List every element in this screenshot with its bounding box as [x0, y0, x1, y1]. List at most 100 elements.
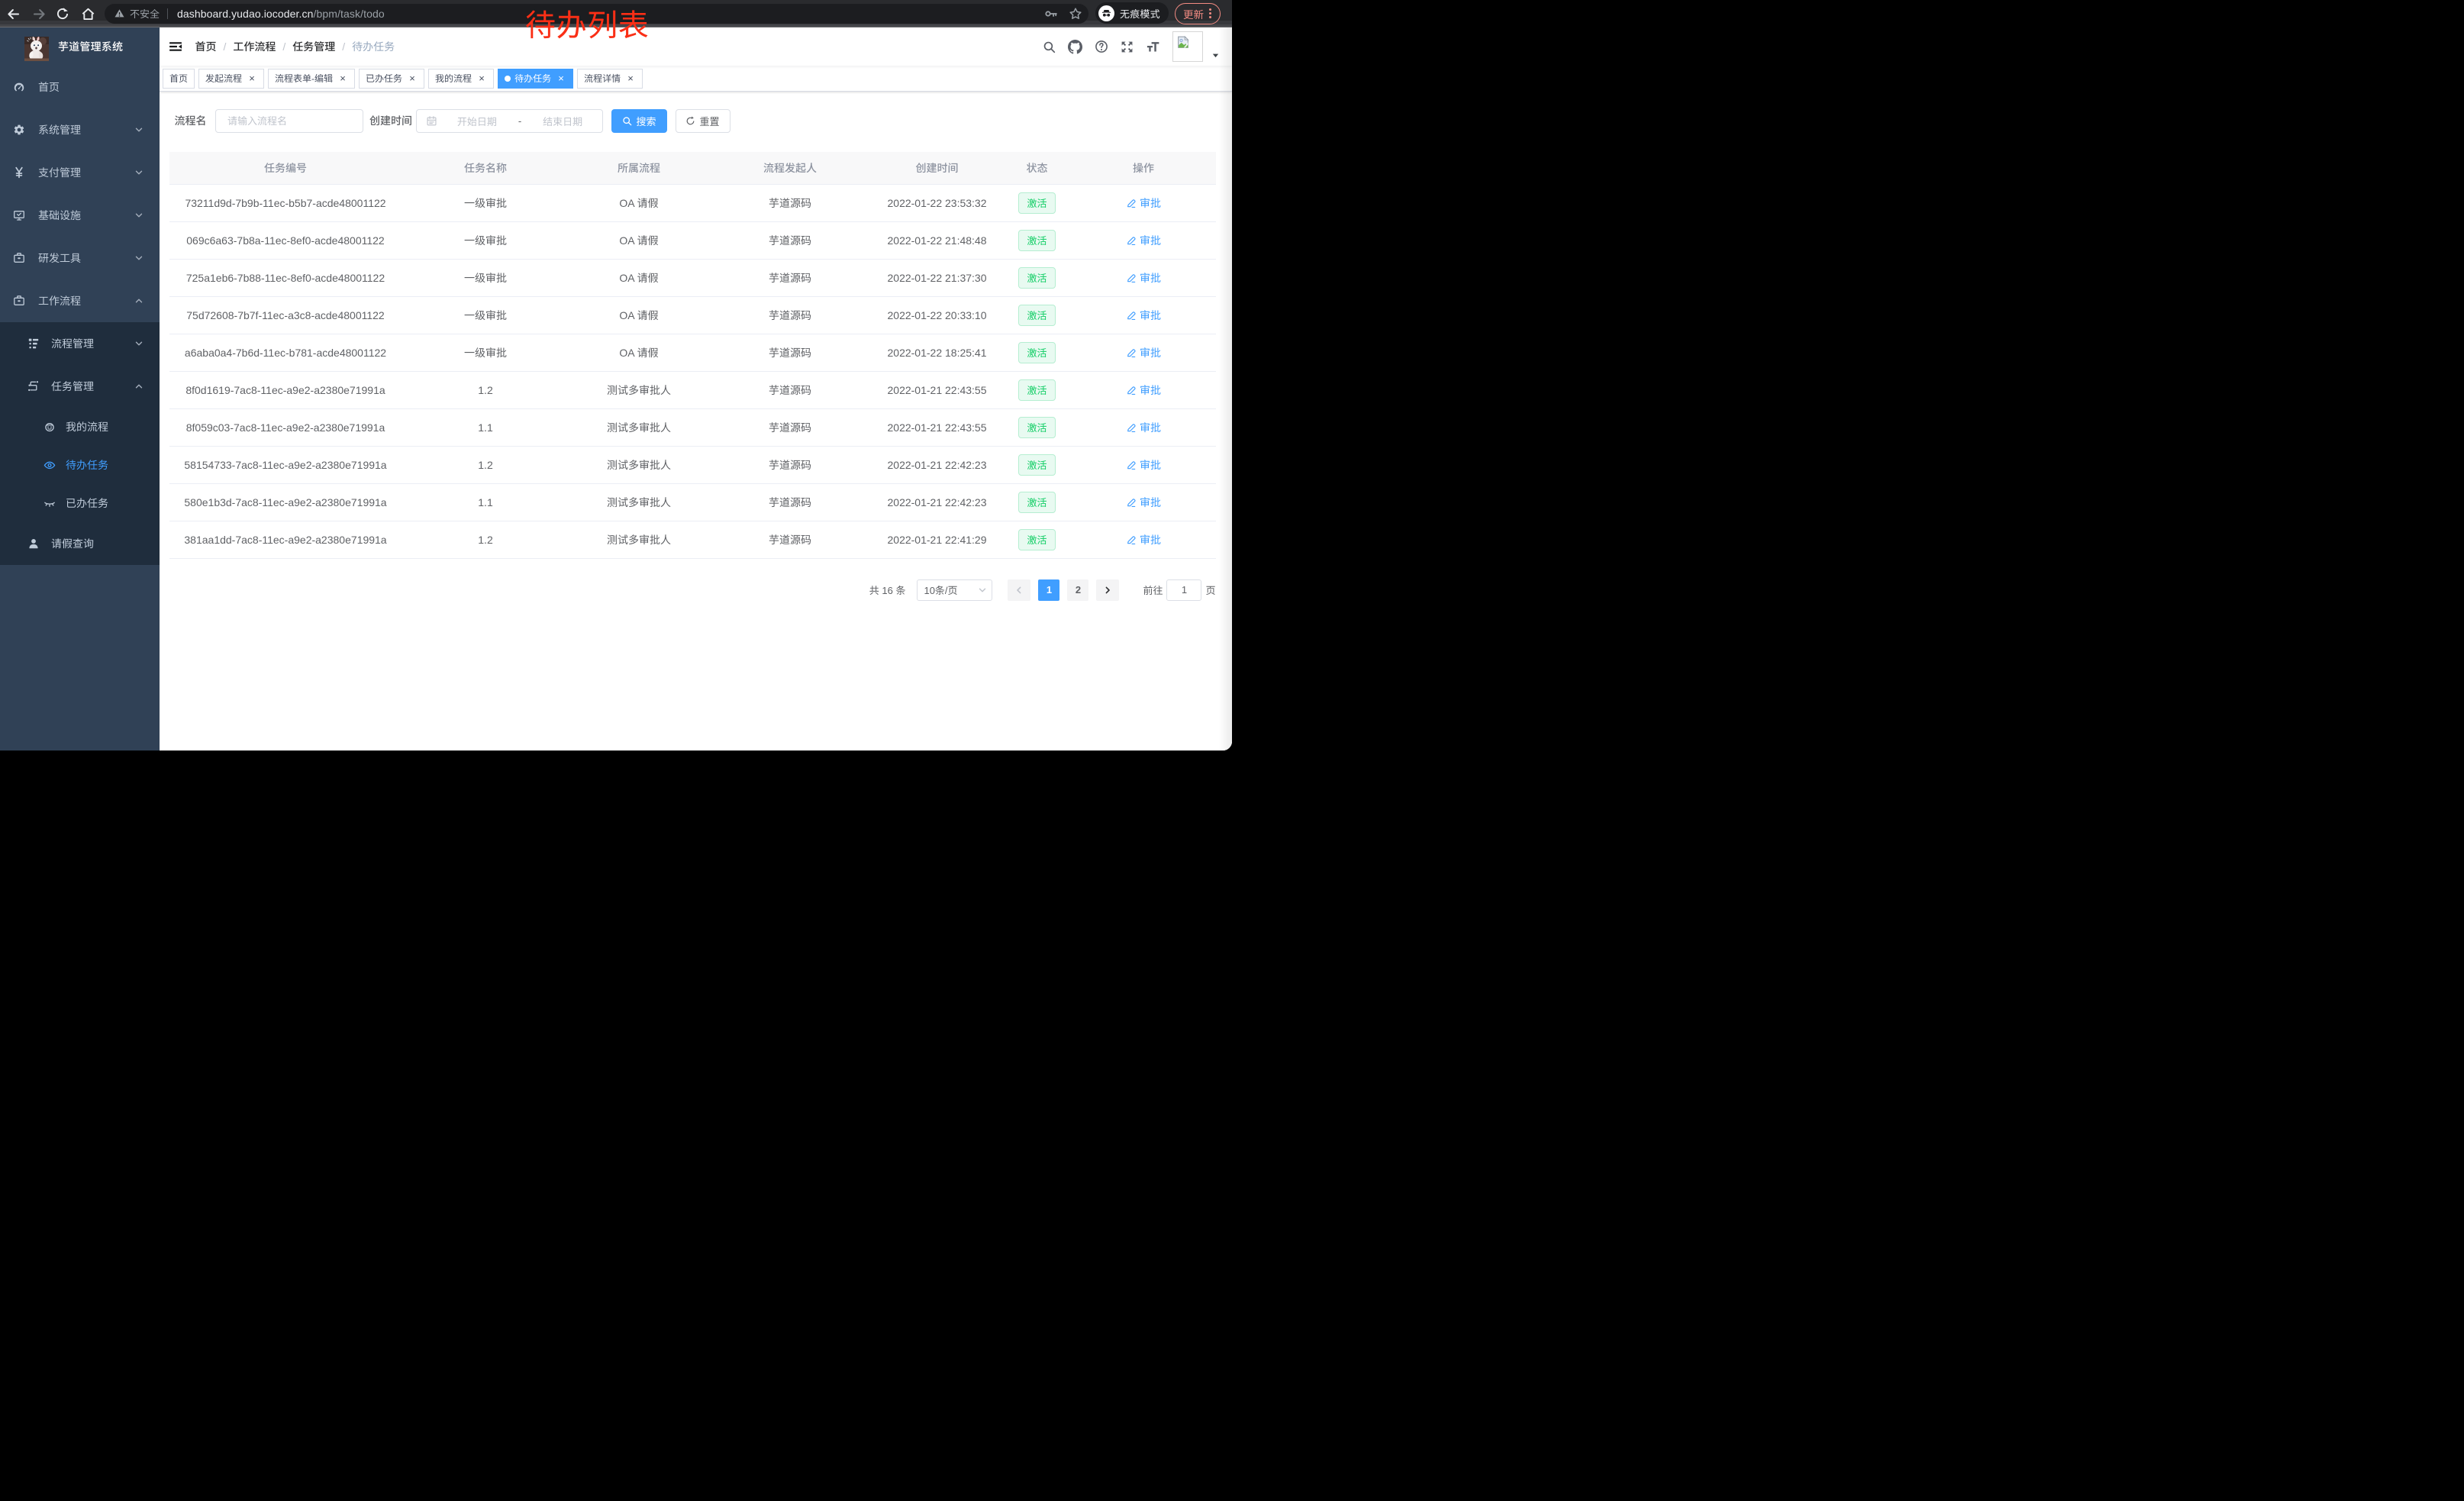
process-name-input[interactable] — [215, 109, 363, 133]
browser-update-button[interactable]: 更新 — [1175, 3, 1221, 24]
menu-item-briefcase[interactable]: 研发工具 — [0, 237, 160, 279]
menu-item-face[interactable]: 我的流程 — [0, 408, 160, 446]
tag-item[interactable]: 流程详情× — [577, 69, 643, 89]
tag-item[interactable]: 流程表单-编辑× — [268, 69, 355, 89]
browser-back-button[interactable] — [6, 0, 21, 27]
approve-link[interactable]: 审批 — [1126, 233, 1161, 248]
bookmark-star-icon[interactable] — [1069, 4, 1082, 24]
logo-avatar — [24, 37, 49, 61]
approve-link[interactable]: 审批 — [1126, 383, 1161, 398]
status-badge: 激活 — [1018, 379, 1055, 401]
cell-task-id: a6aba0a4-7b6d-11ec-b781-acde48001122 — [169, 334, 402, 371]
navbar: 首页/工作流程/任务管理/待办任务 — [160, 27, 1232, 66]
tag-item[interactable]: 发起流程× — [198, 69, 264, 89]
column-header: 状态 — [1003, 152, 1072, 184]
page-size-select[interactable]: 10条/页 — [917, 579, 992, 601]
prev-page-button[interactable] — [1008, 579, 1030, 601]
approve-link[interactable]: 审批 — [1126, 532, 1161, 547]
start-date-placeholder[interactable]: 开始日期 — [437, 114, 517, 128]
sidebar-logo[interactable]: 芋道管理系统 — [0, 27, 160, 66]
cell-create-time: 2022-01-22 23:53:32 — [872, 184, 1003, 221]
tag-close-icon[interactable]: × — [337, 73, 348, 84]
user-menu-caret-icon[interactable] — [1211, 27, 1221, 66]
broken-image-icon — [1176, 34, 1192, 50]
cell-task-id: 069c6a63-7b8a-11ec-8ef0-acde48001122 — [169, 221, 402, 259]
warning-icon — [114, 8, 124, 18]
column-header: 操作 — [1072, 152, 1216, 184]
breadcrumb: 首页/工作流程/任务管理/待办任务 — [195, 27, 395, 66]
menu-item-yen[interactable]: 支付管理 — [0, 151, 160, 194]
approve-link[interactable]: 审批 — [1126, 195, 1161, 211]
user-avatar[interactable] — [1172, 31, 1203, 62]
header-search-icon[interactable] — [1037, 27, 1063, 66]
process-name-field[interactable] — [216, 110, 363, 132]
jump-page-input[interactable] — [1166, 579, 1201, 601]
tag-close-icon[interactable]: × — [476, 73, 487, 84]
cell-task-id: 381aa1dd-7ac8-11ec-a9e2-a2380e71991a — [169, 521, 402, 558]
menu-item-flow[interactable]: 任务管理 — [0, 365, 160, 408]
page-number-2[interactable]: 2 — [1067, 579, 1088, 601]
password-key-icon[interactable] — [1044, 4, 1058, 24]
browser-forward-button[interactable] — [32, 0, 47, 27]
breadcrumb-item[interactable]: 首页 — [195, 39, 217, 54]
github-icon[interactable] — [1063, 27, 1088, 66]
browser-menu-icon[interactable] — [1209, 8, 1211, 19]
cell-create-time: 2022-01-22 21:37:30 — [872, 259, 1003, 296]
page-number-1[interactable]: 1 — [1038, 579, 1059, 601]
tag-close-icon[interactable]: × — [625, 73, 636, 84]
help-icon[interactable] — [1088, 27, 1114, 66]
browser-reload-button[interactable] — [56, 0, 69, 27]
cell-task-name: 1.2 — [402, 446, 569, 483]
breadcrumb-item[interactable]: 工作流程 — [233, 39, 276, 54]
menu-item-monitor[interactable]: 基础设施 — [0, 194, 160, 237]
menu-item-eye-closed[interactable]: 已办任务 — [0, 484, 160, 522]
security-indicator[interactable]: 不安全 — [114, 6, 160, 21]
tag-item[interactable]: 我的流程× — [428, 69, 494, 89]
end-date-placeholder[interactable]: 结束日期 — [523, 114, 602, 128]
menu-item-dashboard[interactable]: 首页 — [0, 66, 160, 108]
cell-status: 激活 — [1003, 184, 1072, 221]
reset-button[interactable]: 重置 — [676, 109, 730, 133]
menu-item-tree[interactable]: 流程管理 — [0, 322, 160, 365]
column-header: 创建时间 — [872, 152, 1003, 184]
approve-link[interactable]: 审批 — [1126, 308, 1161, 323]
tag-active[interactable]: 待办任务× — [498, 69, 573, 89]
menu-item-briefcase[interactable]: 工作流程 — [0, 279, 160, 322]
navbar-right — [1037, 27, 1221, 66]
font-size-icon[interactable] — [1140, 27, 1166, 66]
next-page-button[interactable] — [1096, 579, 1119, 601]
cell-process: OA 请假 — [569, 334, 709, 371]
approve-link[interactable]: 审批 — [1126, 495, 1161, 510]
status-badge: 激活 — [1018, 267, 1055, 289]
app-title: 芋道管理系统 — [58, 27, 123, 66]
breadcrumb-item[interactable]: 任务管理 — [292, 39, 335, 54]
browser-home-button[interactable] — [81, 0, 95, 27]
tag-item[interactable]: 已办任务× — [359, 69, 424, 89]
menu-item-gear[interactable]: 系统管理 — [0, 108, 160, 151]
approve-link[interactable]: 审批 — [1126, 420, 1161, 435]
briefcase-icon — [13, 295, 25, 307]
cell-create-time: 2022-01-21 22:42:23 — [872, 446, 1003, 483]
menu-item-user[interactable]: 请假查询 — [0, 522, 160, 565]
tag-close-icon[interactable]: × — [407, 73, 418, 84]
approve-link[interactable]: 审批 — [1126, 345, 1161, 360]
search-button-icon — [622, 116, 632, 126]
tag-item[interactable]: 首页 — [163, 69, 195, 89]
cell-actions: 审批 — [1072, 483, 1216, 521]
cell-process: 测试多审批人 — [569, 408, 709, 446]
approve-link[interactable]: 审批 — [1126, 270, 1161, 286]
rabbit-avatar-image — [24, 37, 49, 61]
hamburger-toggle[interactable] — [169, 40, 182, 53]
dashboard-icon — [13, 81, 25, 93]
tags-view: 首页发起流程×流程表单-编辑×已办任务×我的流程×待办任务×流程详情× — [160, 66, 1232, 92]
tag-close-icon[interactable]: × — [247, 73, 257, 84]
approve-link[interactable]: 审批 — [1126, 457, 1161, 473]
tag-close-icon[interactable]: × — [556, 73, 566, 84]
date-range-picker[interactable]: 开始日期 - 结束日期 — [416, 109, 603, 133]
cell-status: 激活 — [1003, 371, 1072, 408]
cell-create-time: 2022-01-21 22:42:23 — [872, 483, 1003, 521]
fullscreen-icon[interactable] — [1114, 27, 1140, 66]
cell-task-name: 一级审批 — [402, 259, 569, 296]
menu-item-eye-open[interactable]: 待办任务 — [0, 446, 160, 484]
search-button[interactable]: 搜索 — [611, 109, 667, 133]
